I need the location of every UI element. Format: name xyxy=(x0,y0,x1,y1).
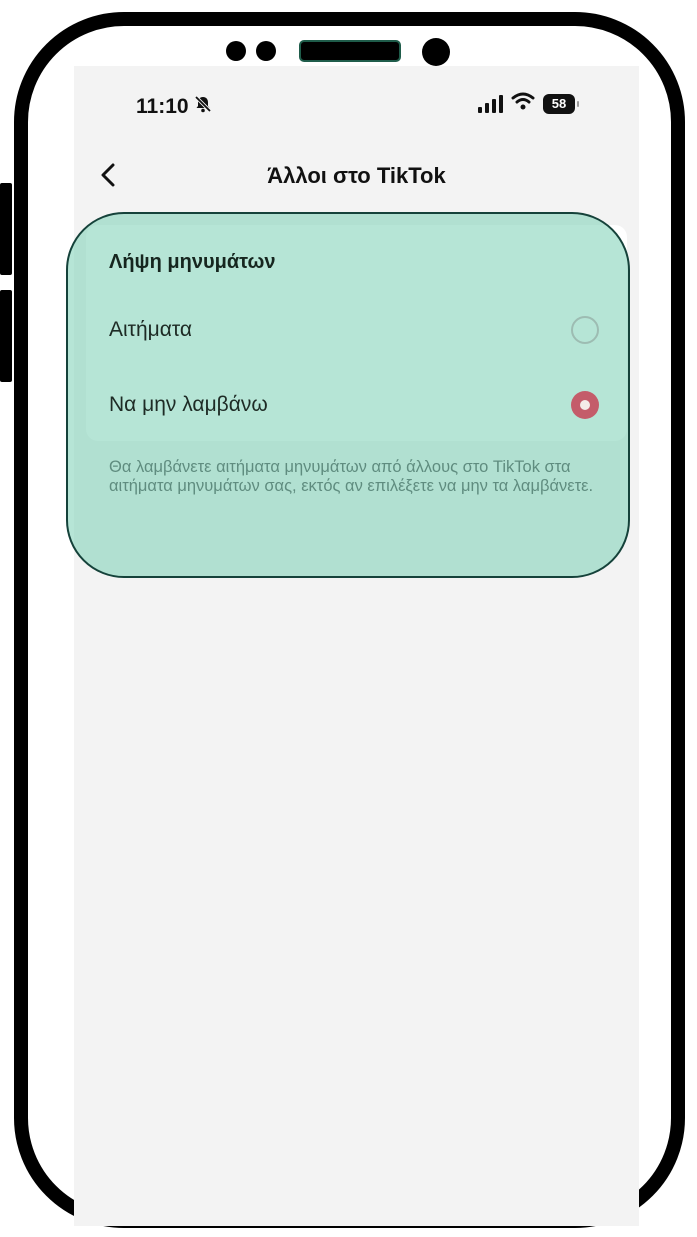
status-time-group: 11:10 xyxy=(136,94,213,120)
speaker-grille xyxy=(299,40,401,62)
signal-bars-icon xyxy=(478,94,503,113)
back-button[interactable] xyxy=(93,160,123,190)
option-requests[interactable]: Αιτήματα xyxy=(86,302,627,358)
option-label: Αιτήματα xyxy=(109,318,193,341)
option-do-not-receive[interactable]: Να μην λαμβάνω xyxy=(86,377,627,433)
status-icons: 58 xyxy=(478,92,579,115)
sensor-dot xyxy=(256,41,276,61)
status-time: 11:10 xyxy=(136,95,189,118)
battery-icon: 58 xyxy=(543,93,579,114)
option-label: Να μην λαμβάνω xyxy=(109,393,268,416)
battery-level: 58 xyxy=(551,96,567,111)
radio-unselected[interactable] xyxy=(571,316,599,344)
chevron-left-icon xyxy=(101,163,115,187)
side-button-volume-down xyxy=(0,290,12,382)
radio-selected[interactable] xyxy=(571,391,599,419)
notch xyxy=(0,38,697,68)
section-title: Λήψη μηνυμάτων xyxy=(109,251,276,273)
page-title: Άλλοι στο TikTok xyxy=(267,163,446,188)
camera xyxy=(422,38,450,66)
bell-slash-icon xyxy=(193,94,213,120)
section-description: Θα λαμβάνετε αιτήματα μηνυμάτων από άλλο… xyxy=(109,458,594,495)
radio-dot xyxy=(580,400,590,410)
side-button-volume-up xyxy=(0,183,12,275)
wifi-icon xyxy=(511,92,535,115)
sensor-dot xyxy=(226,41,246,61)
